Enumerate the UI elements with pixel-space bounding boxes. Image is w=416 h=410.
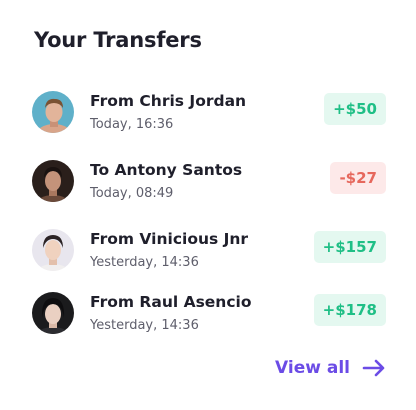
avatar-icon xyxy=(32,229,74,271)
transfer-time: Today, 16:36 xyxy=(90,117,174,132)
transfer-amount: +$157 xyxy=(313,231,386,263)
transfer-amount: +$50 xyxy=(324,93,386,125)
transfer-row[interactable]: From Chris Jordan Today, 16:36 +$50 xyxy=(0,91,416,151)
transfer-name: From Vinicious Jnr xyxy=(90,230,249,248)
view-all-label: View all xyxy=(275,358,350,378)
page-title: Your Transfers xyxy=(34,28,202,52)
avatar xyxy=(32,292,74,334)
transfer-name: From Raul Asencio xyxy=(90,293,252,311)
avatar xyxy=(32,229,74,271)
transfers-card: Your Transfers From Chris Jordan Today, … xyxy=(0,0,416,410)
avatar xyxy=(32,160,74,202)
avatar-icon xyxy=(32,91,74,133)
avatar-icon xyxy=(32,160,74,202)
transfer-time: Yesterday, 14:36 xyxy=(90,318,199,333)
transfer-amount: -$27 xyxy=(330,162,386,194)
transfer-row[interactable]: From Raul Asencio Yesterday, 14:36 +$178 xyxy=(0,292,416,352)
transfer-name: To Antony Santos xyxy=(90,161,243,179)
arrow-right-icon xyxy=(362,359,385,377)
transfer-amount: +$178 xyxy=(313,294,386,326)
transfer-name: From Chris Jordan xyxy=(90,92,247,110)
avatar xyxy=(32,91,74,133)
transfer-time: Yesterday, 14:36 xyxy=(90,255,199,270)
transfer-row[interactable]: To Antony Santos Today, 08:49 -$27 xyxy=(0,160,416,220)
transfer-row[interactable]: From Vinicious Jnr Yesterday, 14:36 +$15… xyxy=(0,229,416,289)
view-all-link[interactable]: View all xyxy=(275,355,386,381)
avatar-icon xyxy=(32,292,74,334)
transfer-time: Today, 08:49 xyxy=(90,186,174,201)
